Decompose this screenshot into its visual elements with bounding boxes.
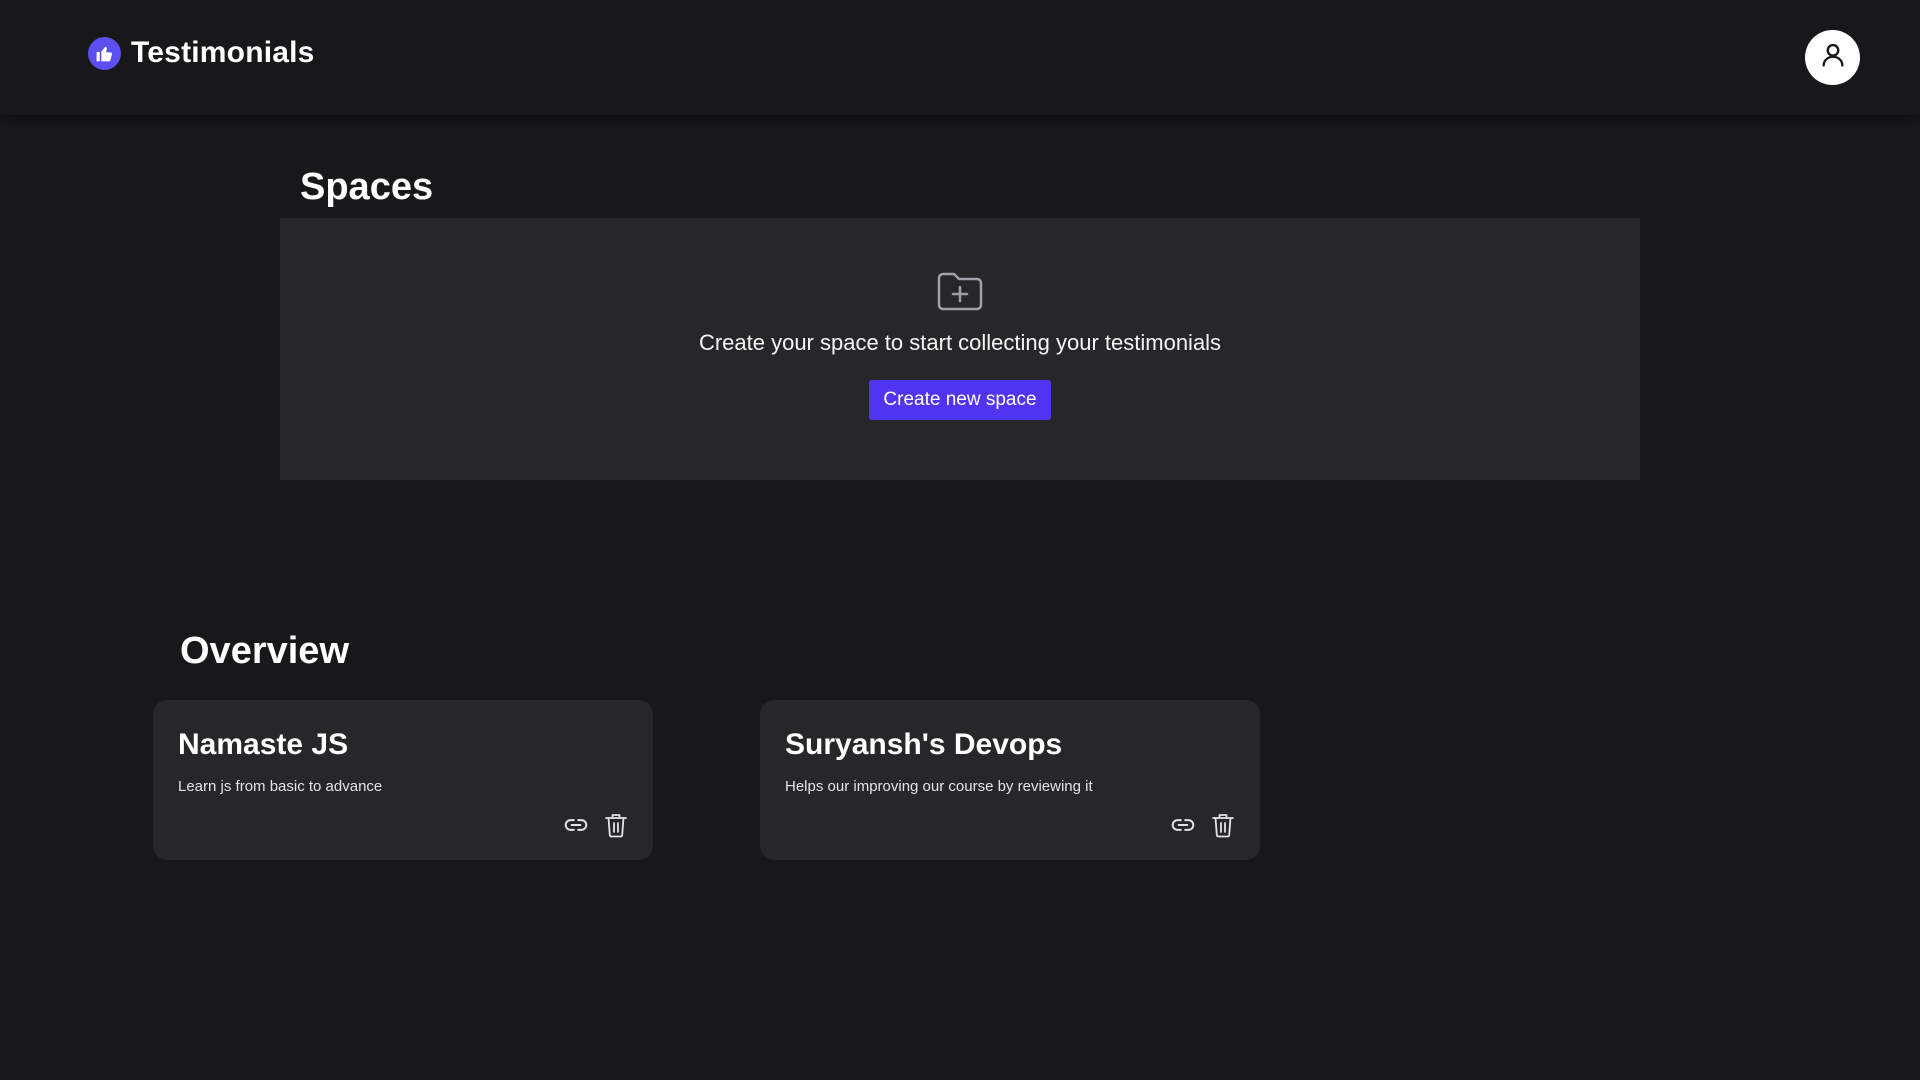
empty-state-message: Create your space to start collecting yo… — [698, 330, 1222, 355]
space-card-namaste-js[interactable]: Namaste JS Learn js from basic to advanc… — [153, 700, 653, 860]
thumbs-up-icon — [88, 36, 121, 70]
card-actions — [563, 812, 629, 838]
spaces-heading: Spaces — [300, 166, 434, 208]
link-icon[interactable] — [1170, 812, 1196, 838]
spaces-empty-state: Create your space to start collecting yo… — [280, 218, 1640, 480]
trash-icon[interactable] — [1210, 812, 1236, 838]
space-card-suryansh-devops[interactable]: Suryansh's Devops Helps our improving ou… — [760, 700, 1260, 860]
overview-heading: Overview — [180, 630, 349, 672]
user-avatar-button[interactable] — [1805, 30, 1860, 85]
link-icon[interactable] — [563, 812, 589, 838]
card-actions — [1170, 812, 1236, 838]
brand[interactable]: Testimonials — [88, 36, 315, 70]
create-new-space-button[interactable]: Create new space — [869, 380, 1051, 420]
folder-plus-icon — [936, 270, 984, 314]
brand-title: Testimonials — [131, 36, 315, 69]
card-description: Learn js from basic to advance — [178, 778, 383, 795]
card-description: Helps our improving our course by review… — [785, 778, 1093, 795]
trash-icon[interactable] — [603, 812, 629, 838]
card-title: Namaste JS — [178, 728, 349, 761]
user-icon — [1819, 41, 1847, 74]
card-title: Suryansh's Devops — [785, 728, 1063, 761]
top-navbar: Testimonials — [0, 0, 1920, 115]
